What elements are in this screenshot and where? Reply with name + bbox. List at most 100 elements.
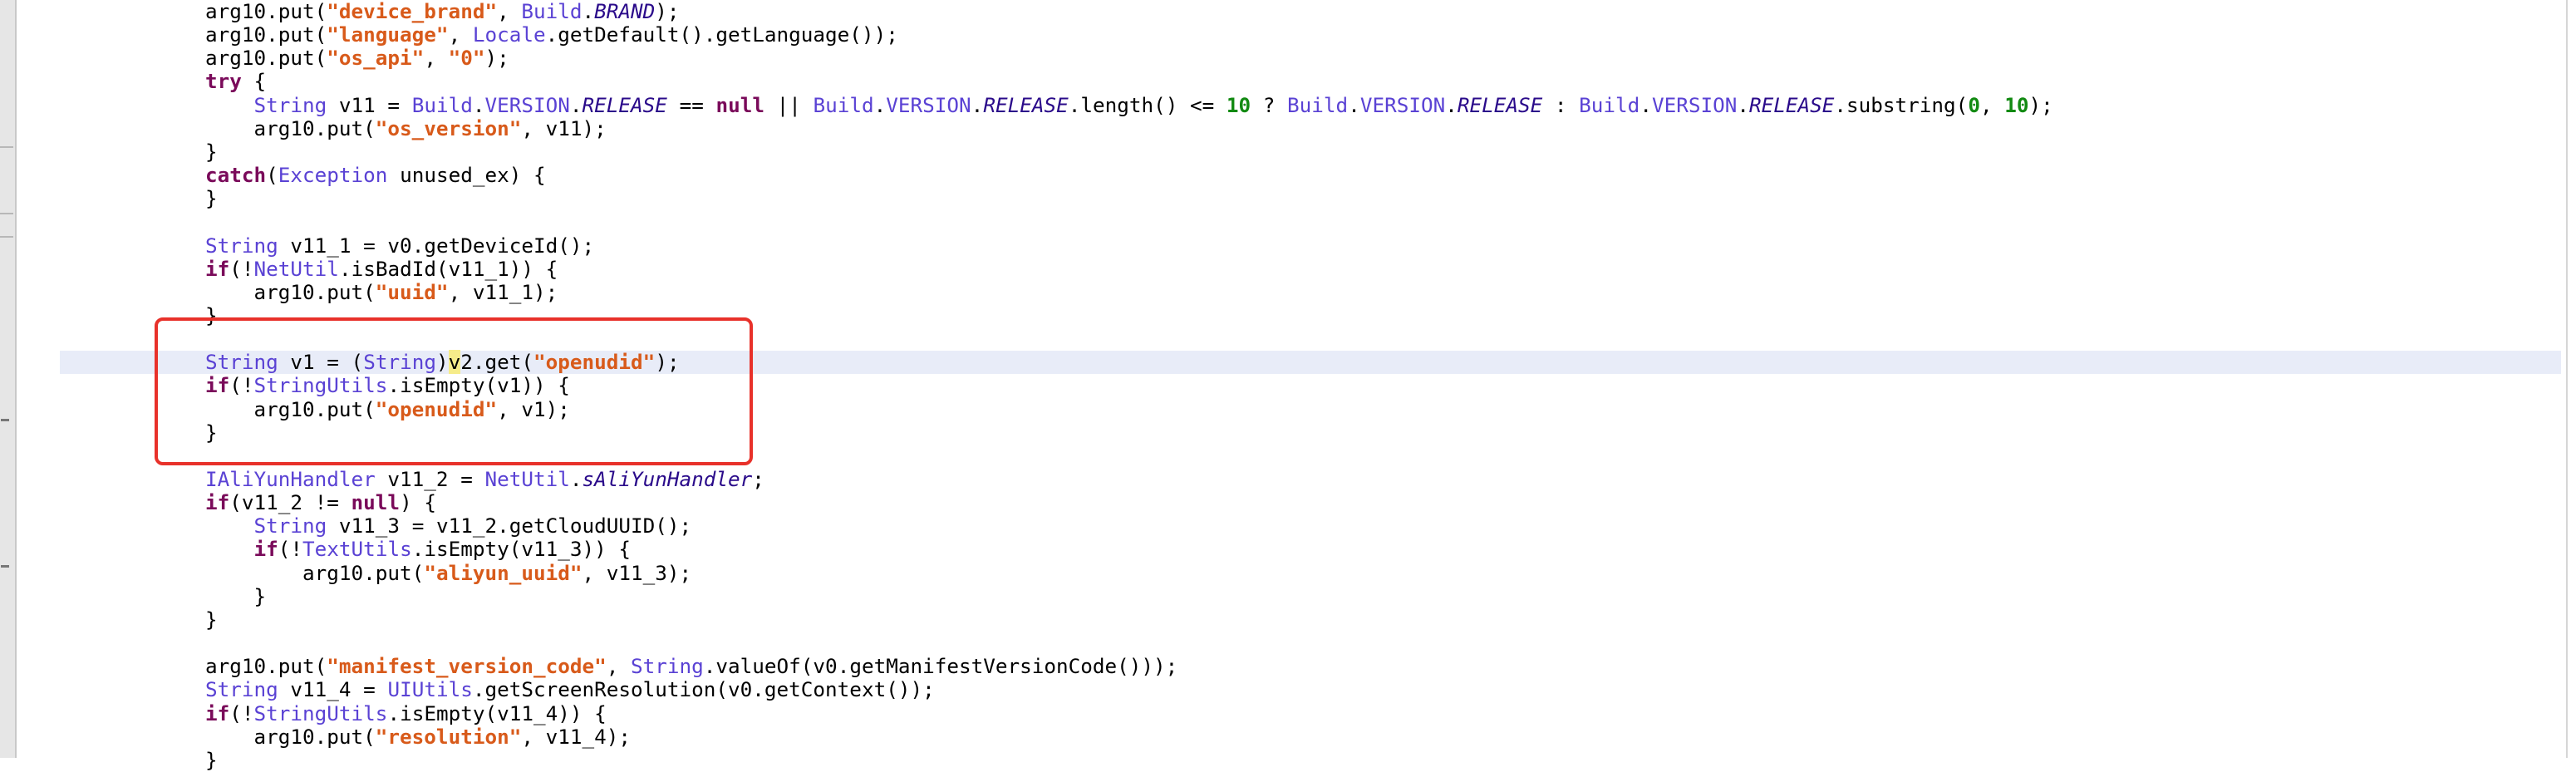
code-token: v11_2 =	[375, 467, 485, 491]
code-token: (!	[229, 373, 254, 398]
code-token: String	[631, 654, 704, 679]
code-token: .valueOf(v0.getManifestVersionCode()));	[703, 654, 1178, 679]
code-line[interactable]: arg10.put("aliyun_uuid", v11_3);	[60, 561, 2561, 585]
code-token: "language"	[327, 22, 449, 47]
code-token: .	[569, 467, 583, 491]
code-token: arg10.put(	[253, 279, 376, 304]
code-token: Build	[1287, 92, 1349, 117]
code-token: 10	[1226, 92, 1251, 117]
code-line-current[interactable]: String v1 = (String)v2.get("openudid");	[60, 350, 2561, 375]
code-line[interactable]: arg10.put("manifest_version_code", Strin…	[60, 655, 2561, 678]
code-line[interactable]: arg10.put("os_version", v11);	[60, 116, 2561, 140]
editor-right-scrollbar[interactable]	[2566, 0, 2568, 758]
code-line[interactable]: String v11 = Build.VERSION.RELEASE == nu…	[60, 92, 2561, 117]
code-text: String v11_4 = UIUtils.getScreenResoluti…	[205, 678, 935, 701]
code-line[interactable]	[60, 632, 2561, 655]
code-token: 2.get(	[460, 350, 534, 375]
code-token: (!	[278, 537, 303, 562]
code-line[interactable]: String v11_4 = UIUtils.getScreenResoluti…	[60, 678, 2561, 701]
code-line[interactable]	[60, 445, 2561, 468]
code-text: arg10.put("uuid", v11_1);	[205, 279, 558, 304]
code-token: .	[1348, 92, 1360, 117]
panel-divider	[0, 213, 13, 214]
fold-marker	[1, 565, 9, 568]
code-token: );	[655, 350, 680, 375]
code-token: v11_3 = v11_2.getCloudUUID();	[327, 514, 692, 538]
code-token: ,	[606, 654, 631, 679]
code-text: }	[205, 420, 218, 445]
code-text: try {	[205, 70, 266, 93]
code-token: String	[253, 514, 327, 538]
code-line[interactable]: if(!StringUtils.isEmpty(v11_4)) {	[60, 701, 2561, 725]
code-line[interactable]: arg10.put("device_brand", Build.BRAND);	[60, 0, 2561, 23]
code-line[interactable]: }	[60, 187, 2561, 210]
code-line[interactable]: }	[60, 140, 2561, 164]
code-line[interactable]: if(!StringUtils.isEmpty(v1)) {	[60, 374, 2561, 397]
code-token: ,	[448, 22, 473, 47]
code-token: if	[205, 256, 230, 281]
code-token: IAliYunHandler	[205, 467, 376, 491]
code-text: arg10.put("os_version", v11);	[205, 116, 607, 140]
code-text: }	[205, 747, 218, 772]
code-token: BRAND	[594, 0, 656, 23]
code-token: arg10.put(	[253, 396, 376, 421]
code-line[interactable]: }	[60, 607, 2561, 632]
code-text: if(!StringUtils.isEmpty(v11_4)) {	[205, 701, 607, 725]
left-panel-edge[interactable]	[0, 0, 17, 758]
code-token: ?	[1251, 92, 1288, 117]
code-token: "os_version"	[375, 116, 522, 140]
code-token: VERSION	[1359, 92, 1446, 117]
code-line[interactable]: }	[60, 584, 2561, 608]
code-line[interactable]: if(!TextUtils.isEmpty(v11_3)) {	[60, 538, 2561, 561]
code-line[interactable]: IAliYunHandler v11_2 = NetUtil.sAliYunHa…	[60, 468, 2561, 491]
code-token: ,	[424, 46, 449, 71]
code-line[interactable]: if(v11_2 != null) {	[60, 491, 2561, 514]
code-token: v11 =	[327, 92, 412, 117]
code-token: "device_brand"	[327, 0, 498, 23]
panel-divider	[0, 146, 13, 148]
code-token: null	[351, 490, 401, 515]
code-line[interactable]: if(!NetUtil.isBadId(v11_1)) {	[60, 256, 2561, 281]
code-line[interactable]: arg10.put("language", Locale.getDefault(…	[60, 23, 2561, 47]
code-line[interactable]: }	[60, 303, 2561, 327]
code-line[interactable]	[60, 327, 2561, 351]
code-line[interactable]: arg10.put("os_api", "0");	[60, 47, 2561, 70]
code-text: arg10.put("device_brand", Build.BRAND);	[205, 0, 680, 23]
code-line[interactable]: arg10.put("resolution", v11_4);	[60, 725, 2561, 749]
code-token: }	[205, 747, 218, 772]
code-token: );	[484, 46, 509, 71]
code-text: }	[205, 303, 218, 327]
code-token: "resolution"	[375, 724, 522, 749]
code-token: ,	[497, 0, 522, 23]
code-token: if	[253, 537, 278, 562]
code-editor[interactable]: arg10.put("device_brand", Build.BRAND); a…	[60, 0, 2561, 771]
code-token: "openudid"	[533, 350, 656, 375]
code-token: Build	[813, 92, 874, 117]
code-line[interactable]: try {	[60, 70, 2561, 93]
code-token: "openudid"	[375, 396, 498, 421]
code-line[interactable]: }	[60, 747, 2561, 772]
code-text: }	[205, 187, 218, 210]
code-line[interactable]: arg10.put("openudid", v1);	[60, 396, 2561, 421]
code-token: .isEmpty(v1)) {	[387, 373, 570, 398]
code-line[interactable]: String v11_3 = v11_2.getCloudUUID();	[60, 514, 2561, 538]
code-line[interactable]	[60, 210, 2561, 234]
code-token: "manifest_version_code"	[327, 654, 607, 679]
code-text: }	[205, 607, 218, 632]
code-line[interactable]: }	[60, 420, 2561, 445]
code-token: RELEASE	[1457, 92, 1543, 117]
code-token: if	[205, 373, 230, 398]
code-token: (!	[229, 256, 254, 281]
code-token: ==	[666, 92, 716, 117]
code-token: .substring(	[1834, 92, 1969, 117]
code-line[interactable]: catch(Exception unused_ex) {	[60, 164, 2561, 187]
code-line[interactable]: arg10.put("uuid", v11_1);	[60, 279, 2561, 304]
code-token: Exception	[278, 163, 388, 188]
code-line[interactable]: String v11_1 = v0.getDeviceId();	[60, 234, 2561, 258]
code-token: ,	[1979, 92, 2005, 117]
code-token: RELEASE	[582, 92, 667, 117]
